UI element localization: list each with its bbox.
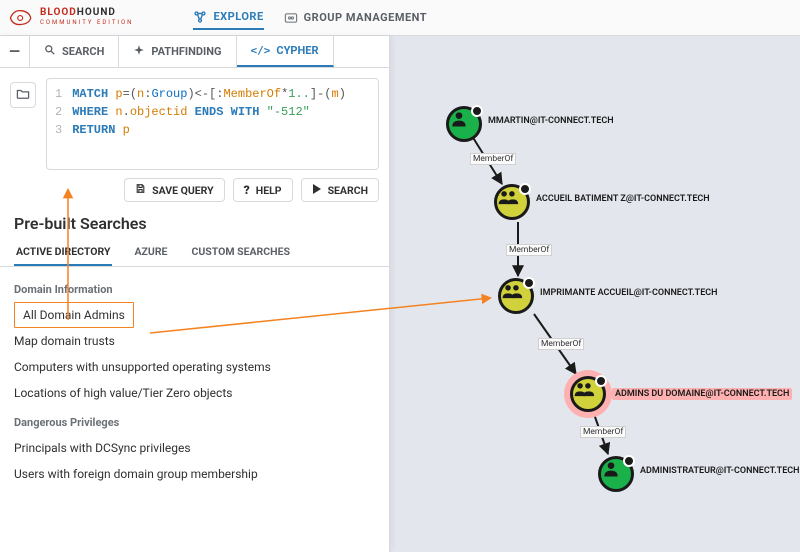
- nav-gm-label: GROUP MANAGEMENT: [304, 11, 427, 24]
- search-dcsync-principals[interactable]: Principals with DCSync privileges: [14, 435, 375, 461]
- node-badge-icon: [623, 455, 635, 467]
- nav-group-management[interactable]: GROUP MANAGEMENT: [284, 7, 427, 29]
- prebuilt-subtabs: ACTIVE DIRECTORY AZURE CUSTOM SEARCHES: [0, 235, 389, 267]
- search-all-domain-admins[interactable]: All Domain Admins: [14, 302, 134, 328]
- group-heading-dangerous-privs: Dangerous Privileges: [14, 406, 375, 435]
- subtab-custom[interactable]: CUSTOM SEARCHES: [189, 239, 291, 266]
- node-badge-icon: [519, 183, 531, 195]
- graph-node-group[interactable]: [570, 376, 606, 412]
- search-high-value-locations[interactable]: Locations of high value/Tier Zero object…: [14, 380, 375, 406]
- tab-search-label: SEARCH: [62, 45, 104, 58]
- run-search-label: SEARCH: [328, 184, 368, 197]
- edge-label: MemberOf: [506, 244, 552, 256]
- top-nav: EXPLORE GROUP MANAGEMENT: [193, 6, 427, 30]
- play-icon: [312, 183, 322, 197]
- nav-explore-label: EXPLORE: [213, 10, 263, 23]
- node-label: ACCUEIL BATIMENT Z@IT-CONNECT.TECH: [536, 194, 710, 204]
- logo-tagline: COMMUNITY EDITION: [40, 18, 133, 28]
- graph-node-group[interactable]: [498, 278, 534, 314]
- graph-node-user[interactable]: [598, 456, 634, 492]
- tab-cypher-label: CYPHER: [276, 44, 318, 57]
- nav-explore[interactable]: EXPLORE: [193, 6, 263, 30]
- help-icon: ?: [244, 183, 250, 197]
- collapse-tab[interactable]: —: [0, 36, 30, 67]
- subtab-ad[interactable]: ACTIVE DIRECTORY: [14, 239, 112, 266]
- tab-cypher[interactable]: </> CYPHER: [237, 36, 334, 67]
- graph-node-user[interactable]: [446, 106, 482, 142]
- folder-icon: [16, 88, 30, 103]
- collapse-icon: —: [9, 44, 20, 60]
- save-query-button[interactable]: SAVE QUERY: [124, 178, 225, 202]
- graph-canvas[interactable]: MMARTIN@IT-CONNECT.TECH ACCUEIL BATIMENT…: [390, 36, 800, 552]
- help-button[interactable]: ? HELP: [233, 178, 293, 202]
- tab-search[interactable]: SEARCH: [30, 36, 119, 67]
- logo-text-1: BLOOD: [40, 7, 77, 18]
- search-computers-unsupported-os[interactable]: Computers with unsupported operating sys…: [14, 354, 375, 380]
- subtab-azure[interactable]: AZURE: [132, 239, 169, 266]
- cypher-icon: </>: [251, 44, 271, 57]
- topbar: BLOODHOUND COMMUNITY EDITION EXPLORE GRO…: [0, 0, 800, 36]
- node-badge-icon: [471, 105, 483, 117]
- prebuilt-list: Domain Information All Domain Admins Map…: [0, 267, 389, 487]
- search-panel: — SEARCH PATHFINDING </> CYPHER 1: [0, 36, 390, 552]
- node-label: ADMINS DU DOMAINE@IT-CONNECT.TECH: [612, 388, 792, 400]
- explore-icon: [193, 10, 207, 24]
- edge-label: MemberOf: [470, 153, 516, 165]
- edge-label: MemberOf: [580, 426, 626, 438]
- tab-pathfinding[interactable]: PATHFINDING: [119, 36, 236, 67]
- group-heading-domain-info: Domain Information: [14, 273, 375, 302]
- node-badge-icon: [523, 277, 535, 289]
- search-map-domain-trusts[interactable]: Map domain trusts: [14, 328, 375, 354]
- edge-label: MemberOf: [538, 338, 584, 350]
- search-foreign-group-users[interactable]: Users with foreign domain group membersh…: [14, 461, 375, 487]
- save-query-label: SAVE QUERY: [152, 184, 214, 197]
- brand-logo: BLOODHOUND COMMUNITY EDITION: [8, 8, 133, 28]
- run-search-button[interactable]: SEARCH: [301, 178, 379, 202]
- bloodhound-logo-icon: [8, 8, 34, 28]
- code-content: MATCH p=(n:Group)<-[:MemberOf*1..]-(m) W…: [72, 85, 346, 163]
- prebuilt-title: Pre-built Searches: [0, 208, 389, 235]
- panel-tabs: — SEARCH PATHFINDING </> CYPHER: [0, 36, 389, 68]
- graph-node-group[interactable]: [494, 184, 530, 220]
- pathfinding-icon: [133, 44, 145, 59]
- help-label: HELP: [256, 184, 282, 197]
- open-saved-queries-button[interactable]: [10, 82, 36, 108]
- cypher-query-area: 1 2 3 MATCH p=(n:Group)<-[:MemberOf*1..]…: [0, 68, 389, 174]
- line-gutter: 1 2 3: [55, 85, 72, 163]
- node-label: MMARTIN@IT-CONNECT.TECH: [488, 116, 614, 126]
- query-actions: SAVE QUERY ? HELP SEARCH: [0, 174, 389, 208]
- logo-text-2: HOUND: [77, 7, 116, 18]
- search-icon: [44, 44, 56, 59]
- save-icon: [135, 183, 146, 197]
- cypher-editor[interactable]: 1 2 3 MATCH p=(n:Group)<-[:MemberOf*1..]…: [46, 78, 379, 170]
- tab-pathfinding-label: PATHFINDING: [151, 45, 221, 58]
- node-label: IMPRIMANTE ACCUEIL@IT-CONNECT.TECH: [540, 288, 718, 298]
- node-label: ADMINISTRATEUR@IT-CONNECT.TECH: [640, 466, 800, 476]
- node-badge-icon: [595, 375, 607, 387]
- group-management-icon: [284, 11, 298, 25]
